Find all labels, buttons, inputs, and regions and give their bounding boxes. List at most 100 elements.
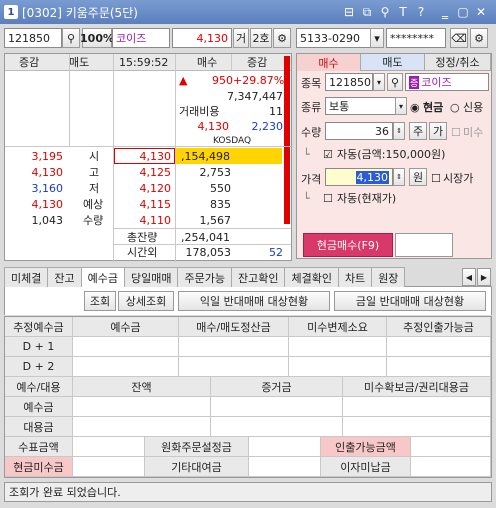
grid-header: 증거금 xyxy=(211,377,343,397)
row-label: D + 1 xyxy=(5,337,73,357)
next-day-liquidation-button[interactable]: 익일 반대매매 대상현황 xyxy=(178,291,330,311)
avail-qty-button[interactable]: 가 xyxy=(429,122,447,140)
gear-icon[interactable]: ⚙ xyxy=(273,28,291,48)
minimize-icon[interactable]: ‗ xyxy=(437,4,453,20)
tab-scroll-right-icon[interactable]: ▶ xyxy=(477,268,491,286)
eraser-icon[interactable]: ⌫ xyxy=(450,28,468,48)
detail-query-button[interactable]: 상세조회 xyxy=(118,291,174,311)
row-label: 고 xyxy=(89,166,100,179)
maximize-icon[interactable]: ▢ xyxy=(455,4,471,20)
tab-scroll-left-icon[interactable]: ◀ xyxy=(462,268,476,286)
password-input[interactable]: ******** xyxy=(386,28,446,48)
other-loan-label: 기타대여금 xyxy=(145,457,249,477)
tab-ledger[interactable]: 원장 xyxy=(371,267,406,287)
today-liquidation-button[interactable]: 금일 반대매매 대상현황 xyxy=(334,291,486,311)
header-time: 15:59:52 xyxy=(119,56,169,69)
row-sell: 4,130 xyxy=(31,166,64,179)
grid-cell xyxy=(73,357,179,377)
tab-balance[interactable]: 잔고 xyxy=(47,267,82,287)
grid-cell xyxy=(343,417,491,437)
settings-gear-icon[interactable]: ⚙ xyxy=(470,28,488,48)
account-select[interactable]: 5133-0290 xyxy=(296,28,380,48)
auto-current-checkbox-icon[interactable]: ☐ xyxy=(323,190,333,207)
auto-amount-checkbox-icon[interactable]: ☑ xyxy=(323,146,333,163)
row-label: D + 2 xyxy=(5,357,73,377)
unit-label: 주 xyxy=(409,122,427,140)
volume-power-bar xyxy=(284,56,290,224)
cash-buy-button[interactable]: 현금매수(F9) xyxy=(303,233,393,257)
price-input[interactable]: 4,130 xyxy=(325,168,393,186)
lower-tabs: 미체결 잔고 예수금 당일매매 주문가능 잔고확인 체결확인 차트 원장 xyxy=(4,267,492,287)
row-buy: 835 xyxy=(210,198,231,211)
row-price[interactable]: 4,110 xyxy=(117,212,172,229)
query-button[interactable]: 조회 xyxy=(84,291,116,311)
search-icon[interactable]: ⚲ xyxy=(62,28,80,48)
row-price[interactable]: 4,125 xyxy=(117,164,172,181)
tab-chart[interactable]: 차트 xyxy=(337,267,373,287)
row-buy: 2,753 xyxy=(199,166,232,179)
row-sell: 3,160 xyxy=(31,182,64,195)
header-change-right: 증감 xyxy=(247,56,268,69)
row-label: 예상 xyxy=(83,198,104,211)
row-sell: 3,195 xyxy=(31,150,64,163)
tab-fill-check[interactable]: 체결확인 xyxy=(284,267,339,287)
auto-amount-label: 자동(금액:150,000원) xyxy=(337,148,446,161)
tab-modify-cancel[interactable]: 정정/취소 xyxy=(425,54,491,71)
status-bar: 조회가 완료 되었습니다. xyxy=(4,482,492,502)
chevron-down-icon[interactable]: ▾ xyxy=(395,97,407,115)
krw-order-setting-label: 원화주문설정금 xyxy=(145,437,249,457)
radio-credit-label[interactable]: 신용 xyxy=(463,99,483,116)
order-book: 증감 매도 15:59:52 매수 증감 ▲ 950 +29.87% 7,347… xyxy=(4,53,292,262)
after-hours-label: 시간외 xyxy=(127,246,158,259)
radio-cash-icon[interactable]: ◉ xyxy=(410,99,420,116)
title-bar: 1 [0302] 키움주문(5단) ⊟ ⧉ ⚲ T ? ‗ ▢ ✕ xyxy=(0,0,496,24)
grid-cell xyxy=(249,457,321,477)
row-price[interactable]: 4,130 xyxy=(117,148,172,165)
row-price[interactable]: 4,115 xyxy=(117,196,172,213)
chevron-down-icon[interactable]: ▾ xyxy=(373,73,385,91)
qty-stepper-icon[interactable]: ⇕ xyxy=(393,122,405,140)
tab-balance-check[interactable]: 잔고확인 xyxy=(230,267,286,287)
grid-cell xyxy=(387,357,491,377)
row-sell: 4,130 xyxy=(31,198,64,211)
chevron-down-icon[interactable]: ▾ xyxy=(370,28,384,48)
dual-window-icon[interactable]: ⧉ xyxy=(359,4,375,20)
radio-credit-icon[interactable]: ○ xyxy=(450,99,460,116)
tree-branch-icon: └ xyxy=(303,148,310,161)
help-icon[interactable]: ? xyxy=(413,4,429,20)
won-label: 원 xyxy=(409,168,427,186)
radio-cash-label[interactable]: 현금 xyxy=(423,99,443,116)
link-icon[interactable]: ⚲ xyxy=(377,4,393,20)
search-icon[interactable]: ⚲ xyxy=(387,73,403,91)
grid-cell xyxy=(211,397,343,417)
summary-top-rate: +29.87% xyxy=(233,74,285,87)
tab-unfilled[interactable]: 미체결 xyxy=(4,267,49,287)
row-price[interactable]: 4,120 xyxy=(117,180,172,197)
grid-header: 미수변제소요 xyxy=(289,317,387,337)
tab-deposit[interactable]: 예수금 xyxy=(80,267,125,287)
zoom-button[interactable]: 100% xyxy=(80,28,114,48)
price-stepper-icon[interactable]: ⇕ xyxy=(393,168,405,186)
geo-button[interactable]: 거 xyxy=(233,28,249,48)
tab-daily-trade[interactable]: 당일매매 xyxy=(124,267,179,287)
tab-buy[interactable]: 매수 xyxy=(297,54,361,71)
check-amount-label: 수표금액 xyxy=(5,437,73,457)
grid-header: 예수/대용 xyxy=(5,377,73,397)
market-price-checkbox-icon[interactable]: ☐ xyxy=(431,170,441,187)
order-book-header: 증감 매도 15:59:52 매수 증감 xyxy=(5,54,291,71)
close-icon[interactable]: ✕ xyxy=(473,4,489,20)
text-size-icon[interactable]: T xyxy=(395,4,411,20)
order-code-input[interactable]: 121850 xyxy=(325,73,373,91)
row-label: 저 xyxy=(89,182,100,195)
qty-input[interactable]: 36 xyxy=(325,122,393,140)
market-price-label: 시장가 xyxy=(443,172,474,185)
order-type-select[interactable]: 보통 xyxy=(325,97,397,115)
layout-icon[interactable]: ⊟ xyxy=(341,4,357,20)
order-stock-name: 증 코이즈 xyxy=(405,73,489,91)
tab-order-avail[interactable]: 주문가능 xyxy=(177,267,232,287)
grid-header: 잔액 xyxy=(73,377,211,397)
stock-code-input[interactable]: 121850 xyxy=(4,28,62,48)
tab-sell[interactable]: 매도 xyxy=(361,54,425,71)
unfilled-checkbox-icon[interactable]: ☐ xyxy=(451,124,461,141)
ho-button[interactable]: 2호 xyxy=(250,28,272,48)
